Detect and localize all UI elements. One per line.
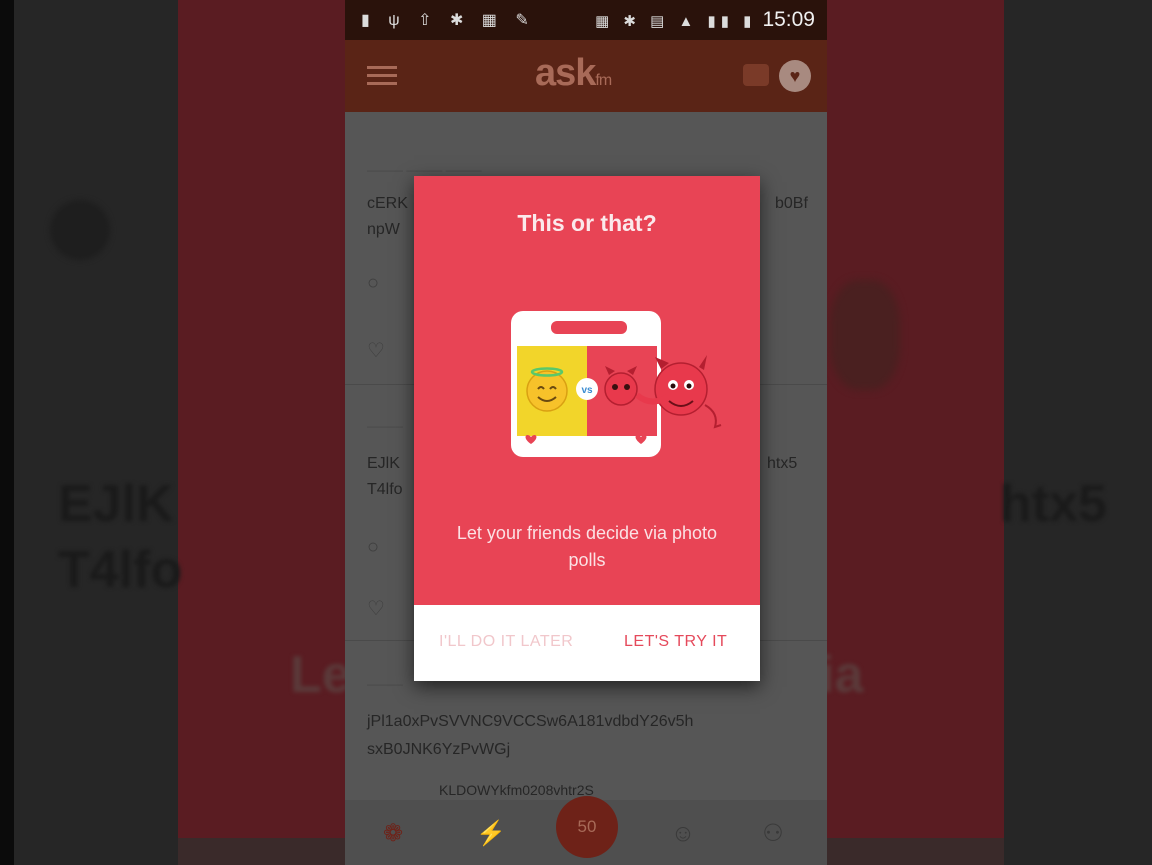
blurred-heart-icon [50, 200, 110, 260]
feed-text: cERK [367, 195, 408, 212]
notification-badge[interactable] [743, 64, 769, 86]
photo-poll-illustration: vs [511, 311, 722, 457]
feed-text: T4lfo [367, 481, 403, 498]
feed-text: jPl1a0xPvSVVNC9VCCSw6A181vdbdY26v5h [367, 713, 694, 730]
blurred-text: EJlK [58, 475, 174, 533]
try-it-button[interactable]: LET'S TRY IT [624, 633, 727, 651]
bottom-nav: ❁ ⚡ 50 ☺ ⚇ [345, 796, 827, 865]
smiley-icon [526, 367, 568, 412]
video-edge [0, 0, 14, 865]
feed-text: b0Bf [775, 195, 808, 212]
feed-meta: ——— [367, 677, 403, 691]
system-status: ▦ ✱ ▤ ▲ ▮▮ ▮ 15:09 [595, 8, 815, 32]
notification-icons: ▮ ψ ⇧ ✱ ▦ ✎ [361, 12, 536, 29]
dialog-actions: I'LL DO IT LATER LET'S TRY IT [414, 605, 760, 681]
blurred-devil-icon [830, 280, 900, 390]
avatar-icon[interactable]: ○ [367, 536, 379, 559]
blurred-text: T4lfo [58, 541, 183, 599]
logo-main: ask [535, 52, 596, 94]
blurred-text: htx5 [1000, 475, 1107, 533]
ask-button[interactable]: 50 [556, 796, 618, 858]
vs-label: vs [581, 385, 593, 396]
signal-icons: ▦ ✱ ▤ ▲ ▮▮ ▮ [595, 13, 757, 30]
feed-text: EJlK [367, 455, 400, 472]
status-bar: ▮ ψ ⇧ ✱ ▦ ✎ ▦ ✱ ▤ ▲ ▮▮ ▮ 15:09 [345, 0, 827, 40]
like-heart-icon[interactable]: ♡ [367, 596, 385, 621]
flash-icon[interactable]: ⚡ [475, 818, 507, 850]
feed-text: KLDOWYkfm0208vhtr2S [439, 782, 594, 798]
feed-text: htx5 [767, 455, 798, 472]
like-heart-icon[interactable]: ♡ [367, 338, 385, 363]
friends-icon[interactable]: ⚇ [757, 818, 789, 850]
app-logo: askfm [535, 52, 612, 95]
heart-icon[interactable]: ♥ [779, 60, 811, 92]
clock: 15:09 [762, 8, 815, 31]
feed-text: sxB0JNK6YzPvWGj [367, 741, 511, 758]
feed-text: npW [367, 221, 400, 238]
home-icon[interactable]: ❁ [377, 818, 409, 850]
avatar-icon[interactable]: ○ [367, 272, 379, 295]
hamburger-menu-icon[interactable] [367, 66, 397, 86]
dialog-title: This or that? [517, 210, 657, 236]
feed-meta: ——— [367, 419, 403, 433]
do-it-later-button[interactable]: I'LL DO IT LATER [439, 633, 573, 651]
logo-suffix: fm [595, 72, 612, 89]
profile-icon[interactable]: ☺ [667, 818, 699, 850]
photo-poll-dialog: This or that? vs Let your friends decide… [414, 176, 760, 681]
vs-badge: vs [576, 378, 598, 400]
dialog-message: Let your friends decide via photo polls [456, 523, 718, 570]
app-bar: askfm ♥ [345, 40, 827, 112]
blurred-text: Le [290, 646, 351, 704]
